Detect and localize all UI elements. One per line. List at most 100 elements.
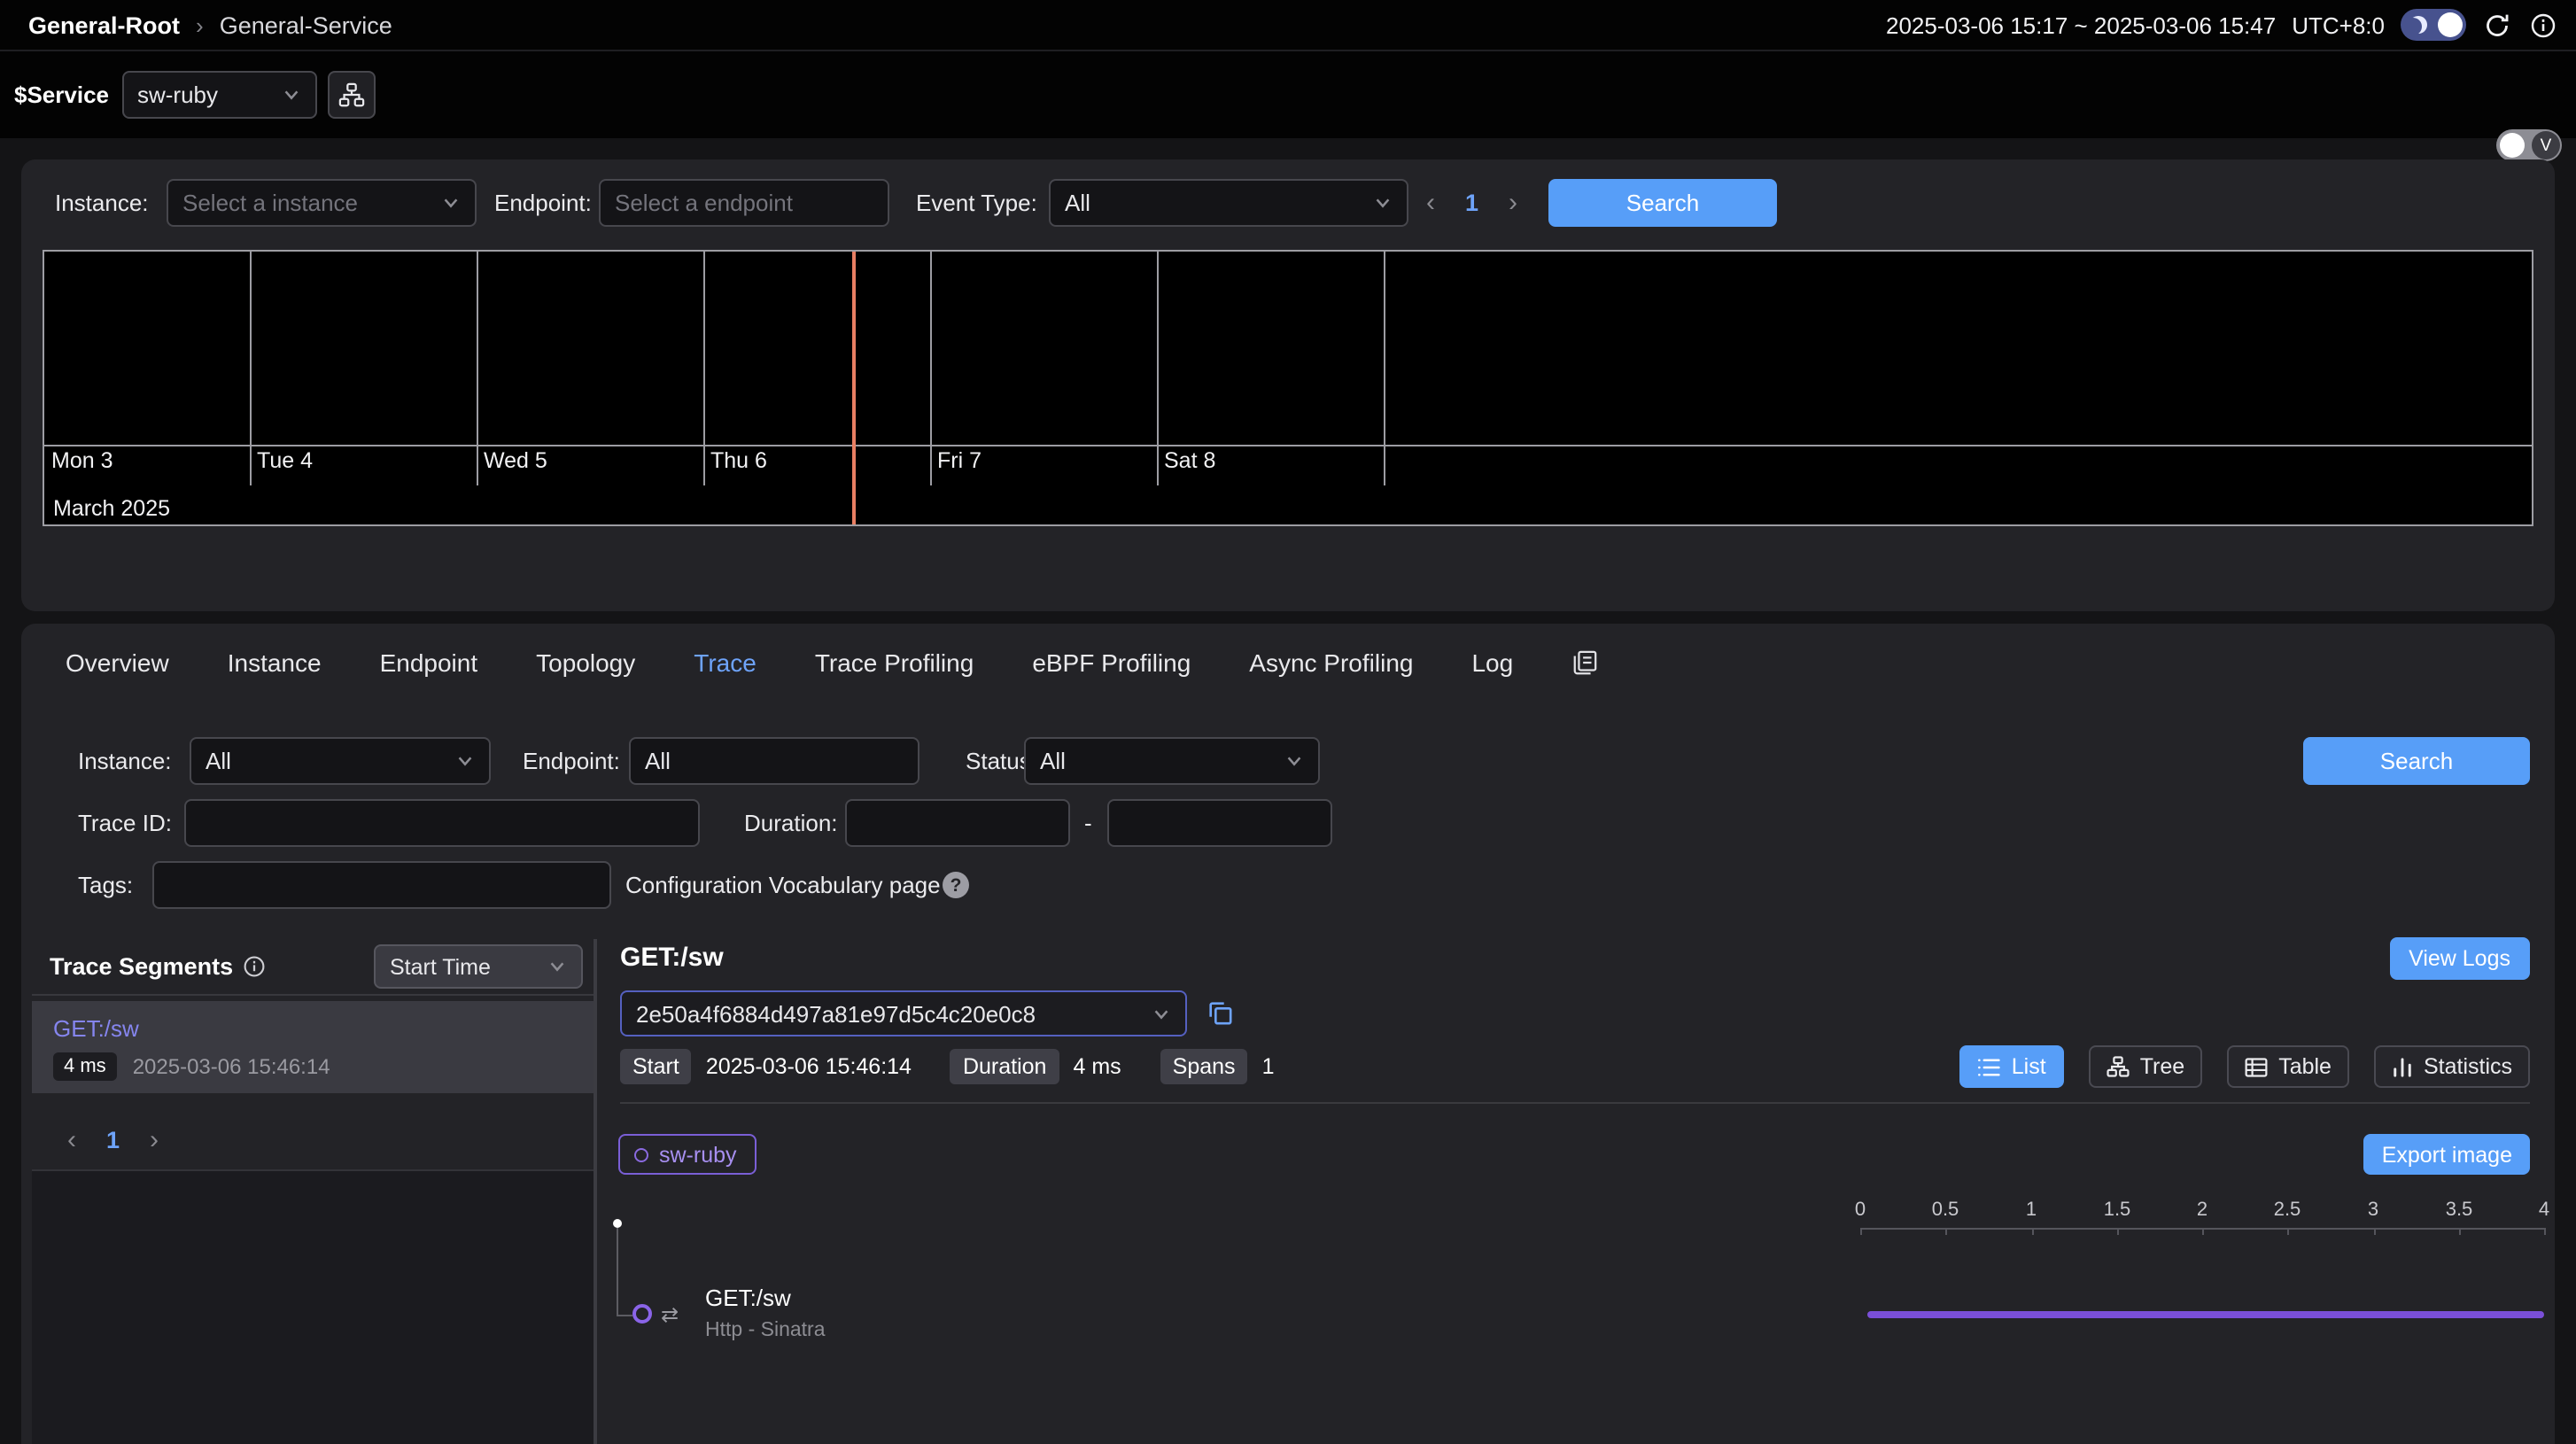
ruler-tick [2287, 1228, 2289, 1235]
events-event-type-select[interactable]: All [1049, 179, 1408, 227]
duration-min-input[interactable] [845, 799, 1070, 847]
filter-instance-select[interactable]: All [190, 737, 491, 785]
filter-endpoint-label: Endpoint: [523, 737, 620, 785]
trace-id-input[interactable] [184, 799, 700, 847]
segments-prev-page-button[interactable]: ‹ [67, 1125, 76, 1155]
filter-status-select[interactable]: All [1024, 737, 1320, 785]
segments-sort-value: Start Time [390, 954, 537, 979]
tab-log[interactable]: Log [1471, 648, 1513, 677]
theme-toggle[interactable] [2401, 9, 2466, 41]
trace-search-button[interactable]: Search [2303, 737, 2530, 785]
events-event-type-value: All [1065, 190, 1362, 216]
ruler-tick-label: 3.5 [2446, 1199, 2473, 1221]
service-tag[interactable]: sw-ruby [618, 1134, 757, 1175]
events-next-page-button[interactable]: › [1509, 188, 1517, 218]
view-statistics-button[interactable]: Statistics [2374, 1045, 2530, 1088]
service-tag-circle-icon [634, 1147, 648, 1161]
ruler-tick-label: 1 [2026, 1199, 2037, 1221]
segments-info-icon[interactable] [242, 955, 265, 978]
events-timeline[interactable]: Mon 3 Tue 4 Wed 5 Thu 6 Fri 7 Sat 8 Marc… [43, 250, 2533, 526]
service-bar: $Service sw-ruby V [0, 50, 2576, 138]
trace-id-select[interactable]: 2e50a4f6884d497a81e97d5c4c20e0c8 [620, 990, 1187, 1036]
ruler-tick-label: 3 [2368, 1199, 2378, 1221]
span-component: Http - Sinatra [705, 1320, 826, 1341]
filter-endpoint-select[interactable]: All [629, 737, 919, 785]
service-tag-label: sw-ruby [659, 1142, 737, 1167]
tab-overview[interactable]: Overview [66, 648, 169, 677]
segments-empty-area [32, 1169, 594, 1444]
trace-detail-title: GET:/sw [620, 943, 724, 973]
chevron-down-icon [547, 957, 567, 976]
events-panel: Instance: Select a instance Endpoint: Se… [21, 159, 2555, 611]
view-tree-label: Tree [2140, 1054, 2185, 1079]
vocabulary-link[interactable]: Configuration Vocabulary page [625, 861, 941, 909]
events-event-type-label: Event Type: [916, 179, 1037, 227]
chevron-down-icon [441, 193, 461, 213]
view-table-button[interactable]: Table [2227, 1045, 2349, 1088]
filter-endpoint-value: All [645, 748, 904, 774]
span-ref-icon: ⇄ [661, 1302, 679, 1327]
view-tree-button[interactable]: Tree [2089, 1045, 2203, 1088]
filter-instance-label: Instance: [78, 737, 172, 785]
span-node-circle[interactable] [632, 1304, 652, 1324]
tab-async-profiling[interactable]: Async Profiling [1249, 648, 1413, 677]
theme-toggle-knob [2438, 12, 2463, 37]
tab-trace[interactable]: Trace [694, 648, 757, 677]
ruler-tick [2117, 1228, 2119, 1235]
view-list-button[interactable]: List [1960, 1045, 2064, 1088]
timeline-day-label: Thu 6 [710, 448, 767, 473]
ruler-tick [2544, 1228, 2546, 1235]
main-panel: Overview Instance Endpoint Topology Trac… [21, 624, 2555, 1444]
span-duration-bar[interactable] [1867, 1311, 2544, 1318]
events-instance-placeholder: Select a instance [182, 190, 431, 216]
breadcrumb-root[interactable]: General-Root [28, 12, 180, 38]
duration-label-badge: Duration [950, 1049, 1059, 1084]
info-icon[interactable] [2528, 10, 2558, 40]
copy-dashboard-icon[interactable] [1571, 648, 1598, 677]
duration-max-input[interactable] [1107, 799, 1332, 847]
export-image-button[interactable]: Export image [2364, 1134, 2530, 1175]
tab-ebpf-profiling[interactable]: eBPF Profiling [1032, 648, 1191, 677]
ruler-tick [2202, 1228, 2204, 1235]
breadcrumb-current[interactable]: General-Service [220, 12, 392, 38]
help-icon[interactable]: ? [943, 872, 969, 898]
view-statistics-label: Statistics [2424, 1054, 2512, 1079]
segments-page-number[interactable]: 1 [106, 1127, 120, 1153]
filter-duration-label: Duration: [744, 799, 838, 847]
tab-bar: Overview Instance Endpoint Topology Trac… [21, 624, 2555, 702]
service-select[interactable]: sw-ruby [121, 71, 316, 119]
refresh-icon[interactable] [2482, 10, 2512, 40]
spans-value: 1 [1262, 1054, 1275, 1079]
view-logs-button[interactable]: View Logs [2389, 937, 2530, 980]
trace-meta-row: Start 2025-03-06 15:46:14 Duration 4 ms … [620, 1049, 1274, 1084]
copy-trace-id-icon[interactable] [1207, 999, 1233, 1026]
segments-pagination: ‹ 1 › [67, 1116, 159, 1164]
ruler-tick [1945, 1228, 1947, 1235]
segments-next-page-button[interactable]: › [150, 1125, 159, 1155]
tab-trace-profiling[interactable]: Trace Profiling [815, 648, 974, 677]
time-range-value[interactable]: 2025-03-06 15:17 ~ 2025-03-06 15:47 [1886, 12, 2276, 38]
trace-segment-item[interactable]: GET:/sw 4 ms 2025-03-06 15:46:14 [32, 1001, 594, 1093]
ruler-tick [1860, 1228, 1862, 1235]
version-toggle[interactable]: V [2496, 129, 2562, 161]
service-label: $Service [14, 82, 109, 108]
ruler-tick [2373, 1228, 2375, 1235]
tab-instance[interactable]: Instance [228, 648, 322, 677]
tags-input[interactable] [152, 861, 611, 909]
span-name[interactable]: GET:/sw [705, 1285, 791, 1311]
chevron-down-icon [1284, 751, 1304, 771]
segments-sort-select[interactable]: Start Time [374, 944, 583, 989]
span-connector-vertical [617, 1228, 618, 1315]
topology-button[interactable] [327, 71, 375, 119]
tab-endpoint[interactable]: Endpoint [380, 648, 478, 677]
view-table-label: Table [2278, 1054, 2332, 1079]
events-instance-select[interactable]: Select a instance [167, 179, 477, 227]
tab-topology[interactable]: Topology [536, 648, 635, 677]
timezone-value[interactable]: UTC+8:0 [2292, 12, 2385, 38]
segment-meta: 4 ms 2025-03-06 15:46:14 [53, 1052, 572, 1081]
events-page-number[interactable]: 1 [1465, 190, 1478, 216]
events-prev-page-button[interactable]: ‹ [1426, 188, 1435, 218]
events-search-button[interactable]: Search [1548, 179, 1777, 227]
events-endpoint-select[interactable]: Select a endpoint [599, 179, 889, 227]
version-badge: V [2532, 131, 2560, 159]
